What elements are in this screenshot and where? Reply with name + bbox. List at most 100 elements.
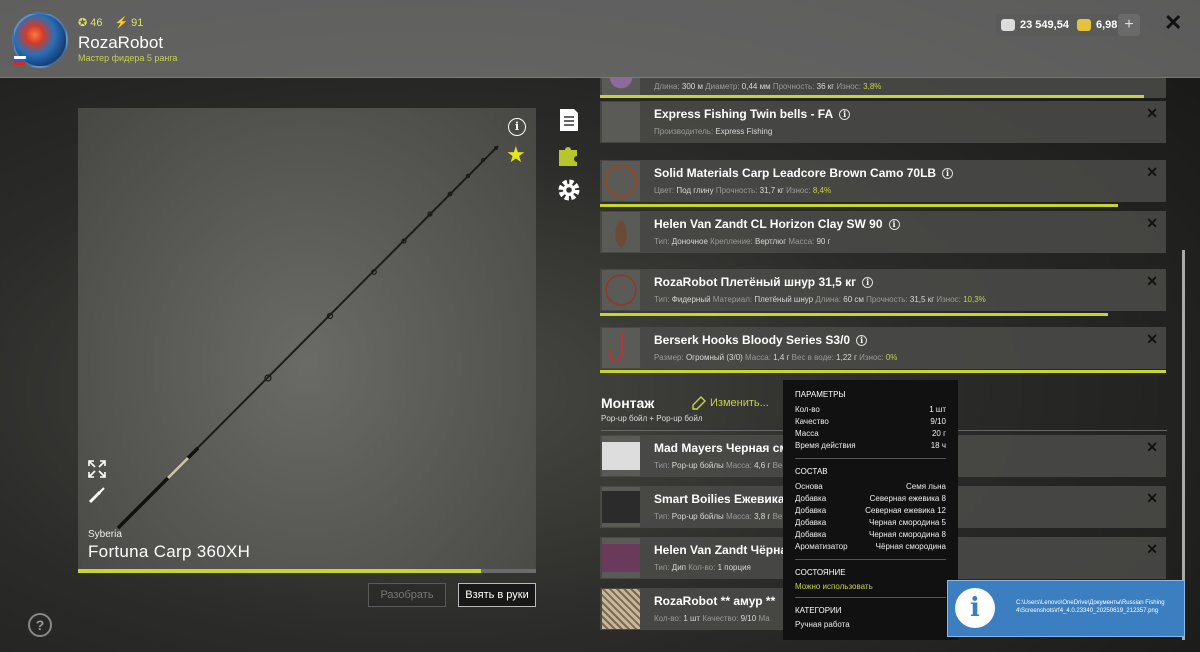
hook-wear-bar bbox=[600, 370, 1166, 373]
tackle-item-leadcore[interactable]: Solid Materials Carp Leadcore Brown Camo… bbox=[600, 160, 1166, 202]
item-props: Тип: Дип Кол-во: 1 порция bbox=[654, 563, 751, 572]
puzzle-icon[interactable] bbox=[556, 142, 582, 168]
rod-preview[interactable]: i ★ Syberia Fortuna Carp 360XH bbox=[78, 108, 536, 572]
expand-icon[interactable] bbox=[88, 460, 106, 478]
remove-icon[interactable]: ✕ bbox=[1146, 164, 1158, 181]
favorite-star-icon[interactable]: ★ bbox=[506, 142, 526, 168]
info-icon[interactable]: i bbox=[862, 277, 874, 288]
item-props: Тип: Pop-up бойлы Масса: 4,6 г Ве bbox=[654, 461, 782, 470]
mesh-bag-thumbnail bbox=[602, 589, 640, 629]
remove-icon[interactable]: ✕ bbox=[1146, 439, 1158, 456]
remove-icon[interactable]: ✕ bbox=[1146, 490, 1158, 507]
tooltip-divider bbox=[795, 458, 946, 459]
prop-key: Длина: bbox=[815, 295, 842, 304]
remove-icon[interactable]: ✕ bbox=[1146, 105, 1158, 122]
player-name[interactable]: RozaRobot bbox=[78, 33, 163, 53]
prop-key: Износ: bbox=[936, 295, 961, 304]
tooltip-divider bbox=[795, 597, 946, 598]
remove-icon[interactable]: ✕ bbox=[1146, 331, 1158, 348]
info-icon[interactable]: i bbox=[942, 168, 954, 179]
tooltip-value: 18 ч bbox=[930, 441, 946, 450]
tackle-item-leader[interactable]: RozaRobot Плетёный шнур 31,5 кг i Тип: Фи… bbox=[600, 269, 1166, 311]
add-gold-button[interactable]: + bbox=[1118, 14, 1140, 36]
screenshot-notification[interactable]: i C:\Users\Lenovo\OneDrive\Документы\Rus… bbox=[947, 580, 1185, 637]
help-icon[interactable]: ? bbox=[28, 613, 52, 637]
prop-key: Вес в воде: bbox=[791, 353, 834, 362]
prop-key: Износ: bbox=[786, 186, 811, 195]
item-title: Helen Van Zandt CL Horizon Clay SW 90 bbox=[654, 217, 883, 231]
document-icon[interactable] bbox=[556, 107, 582, 133]
item-tooltip: ПАРАМЕТРЫ Кол-во 1 шт Качество 9/10 Масса 2… bbox=[783, 380, 958, 640]
prop-key: Тип: bbox=[654, 237, 670, 246]
remove-icon[interactable]: ✕ bbox=[1146, 541, 1158, 558]
item-name: Smart Boilies Ежевика Р bbox=[654, 492, 796, 506]
rod-info-icon[interactable]: i bbox=[508, 118, 526, 136]
info-icon[interactable]: i bbox=[839, 109, 851, 120]
tooltip-key: Добавка bbox=[795, 494, 827, 503]
prop-value: Под глину bbox=[676, 186, 714, 195]
prop-value: 1,4 г bbox=[773, 353, 790, 362]
prop-wear: 0% bbox=[885, 353, 898, 362]
prop-key: Кол-во: bbox=[688, 563, 716, 572]
prop-value: Express Fishing bbox=[715, 127, 773, 136]
tooltip-key: Кол-во bbox=[795, 405, 820, 414]
item-title: Solid Materials Carp Leadcore Brown Camo… bbox=[654, 166, 937, 180]
tooltip-value: Семя льна bbox=[906, 482, 946, 491]
montage-subtitle: Pop-up бойл + Pop-up бойл bbox=[601, 414, 703, 423]
tooltip-key: Добавка bbox=[795, 506, 827, 515]
disassemble-button[interactable]: Разобрать bbox=[368, 583, 446, 607]
rod-brand: Syberia bbox=[88, 529, 122, 540]
montage-title: Монтаж bbox=[601, 395, 655, 411]
player-stats: ✪ 46 ⚡ 91 bbox=[78, 16, 144, 30]
item-props: Размер: Огромный (3/0) Масса: 1,4 г Вес … bbox=[654, 353, 897, 362]
rod-wear-fill bbox=[78, 569, 482, 573]
prop-key: Тип: bbox=[654, 563, 670, 572]
prop-key: Длина: bbox=[654, 82, 680, 91]
remove-icon[interactable]: ✕ bbox=[1146, 273, 1158, 290]
tackle-item-bite-alarm[interactable]: Express Fishing Twin bells - FA i Произво… bbox=[600, 101, 1166, 143]
prop-value: Доночное bbox=[671, 237, 708, 246]
prop-key: Износ: bbox=[836, 82, 861, 91]
prop-key: Ве bbox=[772, 461, 783, 470]
prop-value: Плетёный шнур bbox=[754, 295, 814, 304]
silver-balance: 23 549,54 bbox=[996, 14, 1076, 36]
composition-heading: СОСТАВ bbox=[795, 467, 828, 476]
prop-value: Pop-up бойлы bbox=[671, 512, 724, 521]
prop-key: Износ: bbox=[859, 353, 884, 362]
item-props: Длина: 300 м Диаметр: 0,44 мм Прочность:… bbox=[654, 82, 881, 91]
tooltip-row: Время действия 18 ч bbox=[795, 440, 946, 452]
gold-balance: 6,98 bbox=[1072, 14, 1125, 36]
paint-brush-icon[interactable] bbox=[88, 486, 106, 504]
remove-icon[interactable]: ✕ bbox=[1146, 215, 1158, 232]
take-in-hands-button[interactable]: Взять в руки bbox=[458, 583, 536, 607]
rating-value: 91 bbox=[131, 16, 144, 29]
prop-value: Фидерный bbox=[671, 295, 711, 304]
tackle-item-hook[interactable]: Berserk Hooks Bloody Series S3/0 i Размер… bbox=[600, 327, 1166, 369]
close-icon[interactable]: ✕ bbox=[1164, 12, 1182, 34]
edit-label: Изменить... bbox=[710, 397, 769, 409]
prop-value: Вертлюг bbox=[754, 237, 787, 246]
tackle-item-sinker[interactable]: Helen Van Zandt CL Horizon Clay SW 90 i Т… bbox=[600, 211, 1166, 253]
tooltip-value: Северная ежевика 8 bbox=[869, 494, 946, 503]
info-icon[interactable]: i bbox=[888, 219, 900, 230]
item-title: Berserk Hooks Bloody Series S3/0 bbox=[654, 333, 851, 347]
tooltip-key: Основа bbox=[795, 482, 823, 491]
level-stat: ✪ 46 bbox=[78, 16, 102, 30]
tooltip-divider bbox=[795, 559, 946, 560]
leadcore-wear-bar bbox=[600, 204, 1118, 207]
tooltip-key: Добавка bbox=[795, 518, 827, 527]
info-icon[interactable]: i bbox=[856, 335, 868, 346]
jar-thumbnail bbox=[602, 436, 640, 476]
silver-coins-icon bbox=[1001, 19, 1015, 31]
prop-key: Материал: bbox=[712, 295, 753, 304]
settings-gear-icon[interactable] bbox=[556, 177, 582, 203]
prop-key: Размер: bbox=[654, 353, 684, 362]
prop-value: 60 см bbox=[843, 295, 864, 304]
item-name: RozaRobot ** амур ** bbox=[654, 594, 776, 608]
tooltip-row: Ароматизатор Чёрная смородина bbox=[795, 541, 946, 553]
bells-thumbnail bbox=[602, 102, 640, 142]
edit-montage-button[interactable]: Изменить... bbox=[692, 396, 769, 410]
tooltip-row: Качество 9/10 bbox=[795, 416, 946, 428]
hook-icon bbox=[609, 332, 623, 362]
prop-key: Ма bbox=[758, 614, 770, 623]
